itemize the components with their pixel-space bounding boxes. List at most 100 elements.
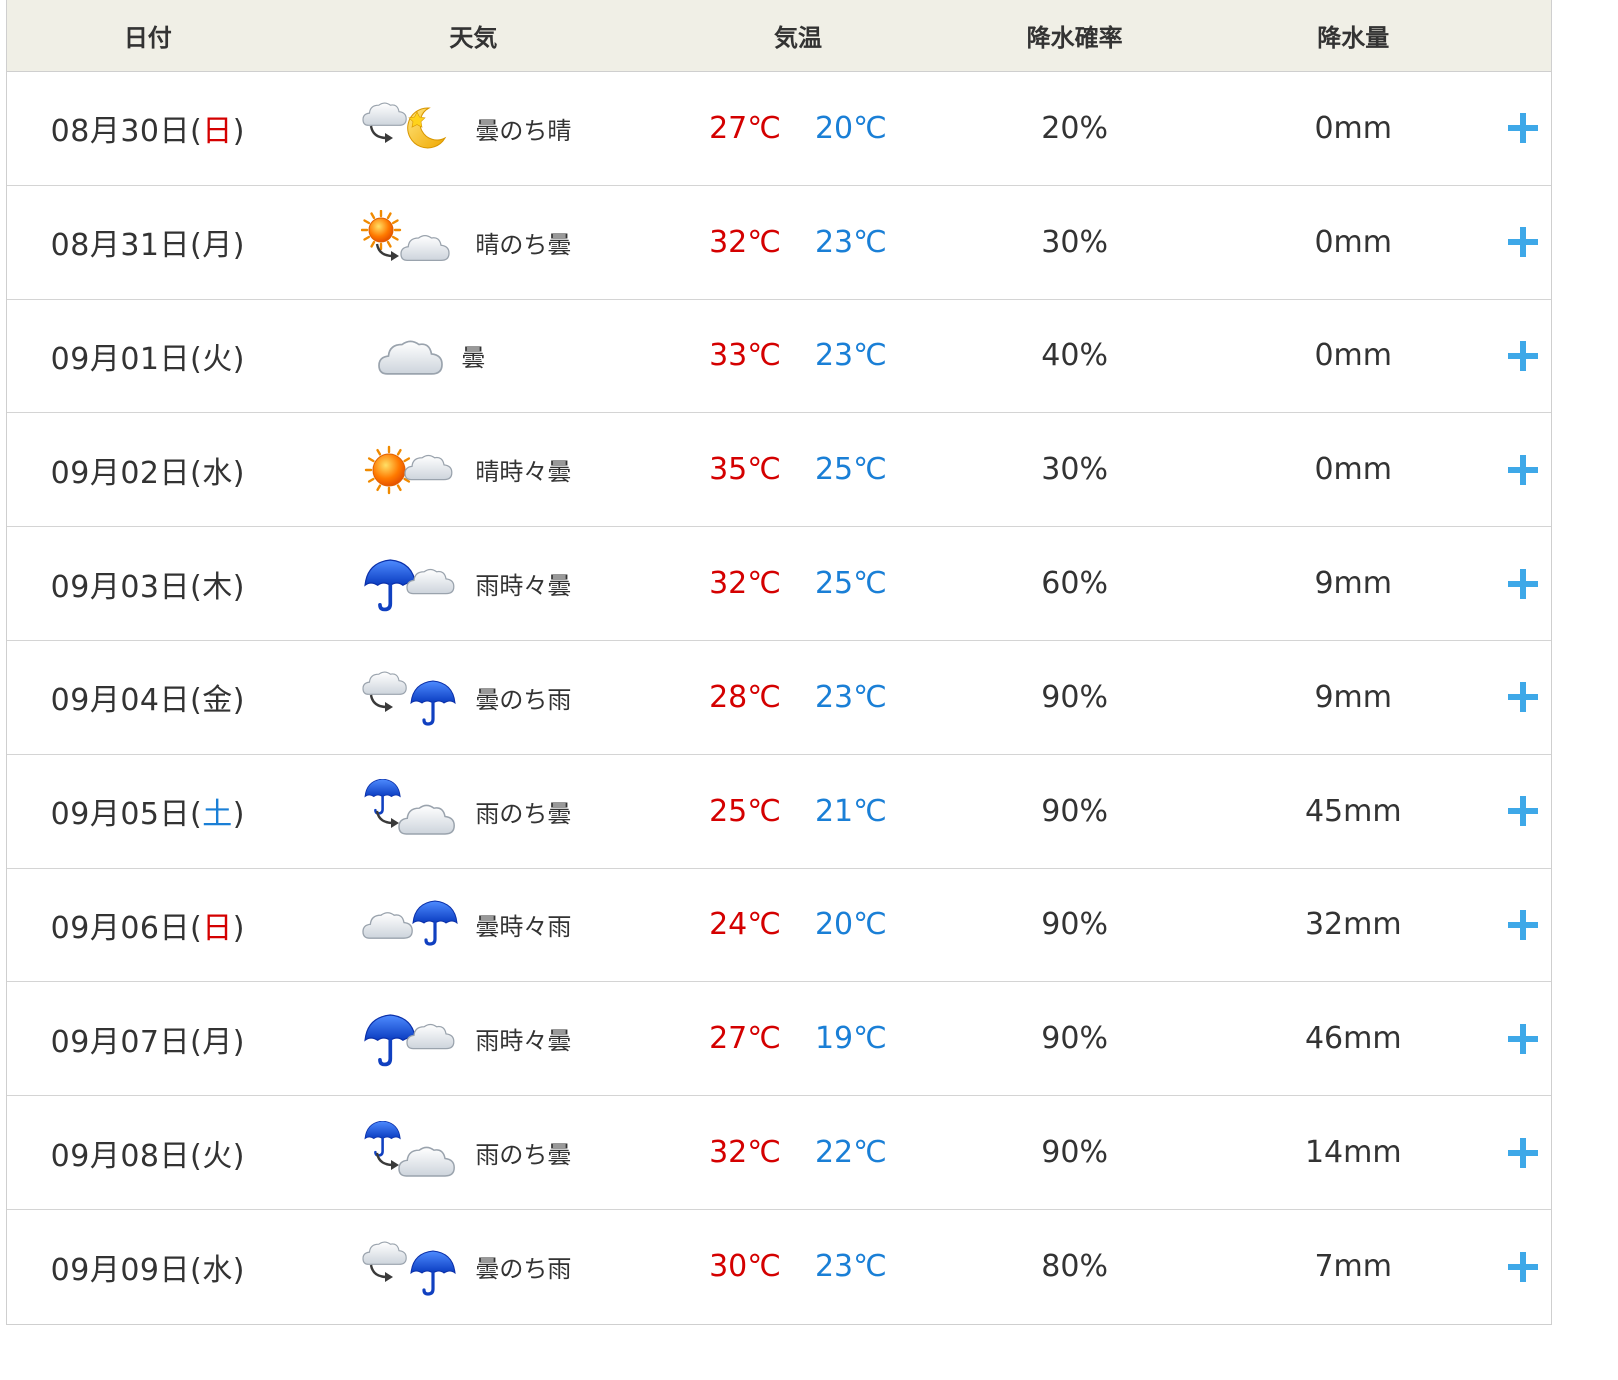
row-date: 08月30日(日) [7,106,289,150]
row-weather: 曇のち晴 [289,96,659,160]
weather-text: 雨のち曇 [475,1141,572,1170]
high-temp: 33℃ [709,338,781,374]
date-close-paren: ) [232,569,245,605]
high-temp: 35℃ [709,452,781,488]
table-row: 09月03日(木) 雨時々曇 32℃ 25℃ 60% 9mm [7,527,1551,641]
date-close-paren: ) [232,228,245,264]
weather-forecast-table: 日付 天気 気温 降水確率 降水量 08月30日(日) 曇のち晴 27℃ 20℃… [6,0,1552,1325]
expand-plus-icon[interactable] [1495,1022,1551,1056]
row-temperature: 27℃ 19℃ [658,1021,938,1056]
expand-plus-icon[interactable] [1495,1136,1551,1170]
date-text: 09月02日( [50,455,203,491]
date-close-paren: ) [232,1138,245,1174]
header-precipitation-amount: 降水量 [1317,24,1390,52]
date-text: 09月09日( [50,1252,203,1288]
date-close-paren: ) [232,683,245,719]
row-temperature: 35℃ 25℃ [658,452,938,487]
row-date: 09月04日(金) [7,675,289,719]
precipitation-amount: 9mm [1314,566,1393,602]
expand-plus-icon[interactable] [1495,225,1551,259]
day-of-week: 日 [202,910,233,946]
high-temp: 27℃ [709,1021,781,1057]
expand-plus-icon[interactable] [1495,908,1551,942]
row-date: 09月05日(土) [7,789,289,833]
date-text: 08月31日( [50,228,203,264]
precipitation-amount: 14mm [1304,1135,1402,1171]
high-temp: 27℃ [709,110,781,146]
expand-plus-icon[interactable] [1495,339,1551,373]
row-temperature: 28℃ 23℃ [658,680,938,715]
date-close-paren: ) [232,455,245,491]
low-temp: 20℃ [814,110,887,146]
table-row: 08月31日(月) 晴のち曇 32℃ 23℃ 30% 0mm [7,186,1551,300]
high-temp: 28℃ [709,679,781,715]
header-weather: 天気 [449,24,498,52]
row-temperature: 32℃ 25℃ [658,566,938,601]
low-temp: 23℃ [814,338,887,374]
precipitation-probability: 40% [1041,338,1108,374]
row-weather: 晴のち曇 [289,210,659,274]
weather-text: 曇のち雨 [475,685,572,714]
precipitation-probability: 30% [1041,452,1108,488]
table-row: 09月06日(日) 曇時々雨 24℃ 20℃ 90% 32mm [7,869,1551,983]
expand-plus-icon[interactable] [1495,111,1551,145]
date-close-paren: ) [232,797,245,833]
table-row: 09月05日(土) 雨のち曇 25℃ 21℃ 90% 45mm [7,755,1551,869]
rain-then-cloudy-icon [364,779,456,835]
table-row: 09月01日(火) 曇 33℃ 23℃ 40% 0mm [7,300,1551,414]
row-weather: 雨のち曇 [289,1120,659,1185]
day-of-week: 金 [202,683,233,719]
date-close-paren: ) [232,114,245,150]
date-close-paren: ) [232,1252,245,1288]
day-of-week: 月 [202,1024,233,1060]
date-text: 09月08日( [50,1138,203,1174]
high-temp: 25℃ [709,793,781,829]
precipitation-amount: 0mm [1314,338,1393,374]
weather-text: 雨のち曇 [475,799,572,828]
row-temperature: 33℃ 23℃ [658,338,938,373]
precipitation-amount: 46mm [1304,1021,1402,1057]
row-weather: 曇のち雨 [289,665,659,729]
high-temp: 30℃ [709,1249,781,1285]
expand-plus-icon[interactable] [1495,794,1551,828]
row-temperature: 32℃ 22℃ [658,1135,938,1170]
low-temp: 22℃ [814,1135,887,1171]
rain-sometimes-cloudy-icon [364,1014,455,1067]
precipitation-amount: 9mm [1314,679,1393,715]
row-weather: 雨時々曇 [289,1007,659,1071]
expand-plus-icon[interactable] [1495,453,1551,487]
expand-plus-icon[interactable] [1495,1250,1551,1284]
precipitation-probability: 80% [1041,1249,1108,1285]
weather-text: 雨時々曇 [475,1027,572,1056]
row-date: 09月02日(水) [7,448,289,492]
day-of-week: 月 [202,228,233,264]
low-temp: 25℃ [814,452,887,488]
precipitation-probability: 60% [1041,566,1108,602]
date-text: 08月30日( [50,114,203,150]
row-date: 09月01日(火) [7,334,289,378]
row-date: 09月03日(木) [7,562,289,606]
low-temp: 20℃ [814,907,887,943]
day-of-week: 水 [202,1252,233,1288]
precipitation-probability: 90% [1041,679,1108,715]
weather-text: 晴のち曇 [475,230,572,259]
precipitation-amount: 0mm [1314,110,1393,146]
table-row: 09月04日(金) 曇のち雨 28℃ 23℃ 90% 9mm [7,641,1551,755]
day-of-week: 木 [202,569,233,605]
sunny-sometimes-cloudy-icon [365,445,453,494]
table-row: 09月07日(月) 雨時々曇 27℃ 19℃ 90% 46mm [7,982,1551,1097]
day-of-week: 日 [202,114,233,150]
row-temperature: 27℃ 20℃ [658,111,938,146]
precipitation-probability: 20% [1041,110,1108,146]
date-close-paren: ) [232,910,245,946]
low-temp: 25℃ [814,566,887,602]
weather-text: 曇時々雨 [475,913,572,942]
row-temperature: 24℃ 20℃ [658,907,938,942]
sunny-then-cloudy-icon [361,210,451,262]
low-temp: 23℃ [814,1249,887,1285]
expand-plus-icon[interactable] [1495,680,1551,714]
rain-then-cloudy-icon [364,1120,456,1177]
weather-text: 曇のち晴 [475,116,572,145]
expand-plus-icon[interactable] [1495,567,1551,601]
table-row: 09月08日(火) 雨のち曇 32℃ 22℃ 90% 14mm [7,1096,1551,1210]
